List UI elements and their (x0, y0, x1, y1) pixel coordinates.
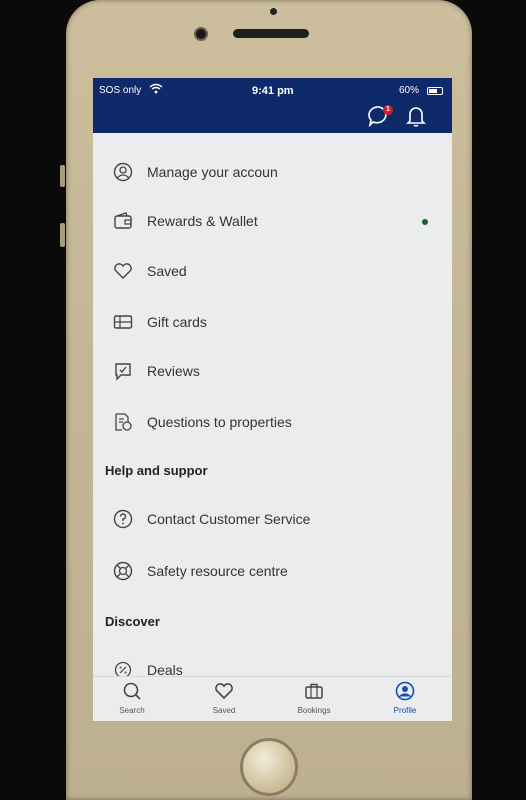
battery-icon (427, 87, 443, 95)
menu-item-label: Contact Customer Service (147, 511, 311, 527)
tab-search[interactable]: Search (104, 679, 160, 721)
menu-item-gift-cards[interactable]: Gift cards (93, 303, 452, 341)
messages-button[interactable]: 1 (366, 103, 393, 129)
menu-item-questions[interactable]: Questions to properties (93, 403, 452, 441)
section-heading-discover: Discover (105, 614, 160, 629)
menu-item-label: Manage your accoun (147, 164, 278, 180)
wifi-icon (149, 83, 163, 94)
menu-item-contact-service[interactable]: Contact Customer Service (93, 500, 452, 538)
notifications-button[interactable] (403, 103, 429, 129)
tab-label: Search (119, 706, 145, 715)
menu-item-label: Questions to properties (147, 414, 292, 430)
heart-icon (212, 679, 236, 703)
mute-switch[interactable] (60, 165, 65, 187)
menu-item-manage-account[interactable]: Manage your accoun (93, 153, 452, 191)
profile-icon (393, 679, 417, 703)
reviews-icon (111, 359, 135, 383)
wallet-icon (111, 209, 135, 233)
new-indicator-dot (422, 219, 428, 225)
tab-bookings[interactable]: Bookings (286, 679, 342, 721)
menu-item-label: Rewards & Wallet (147, 213, 258, 229)
bell-icon (406, 105, 426, 127)
menu-item-label: Saved (147, 263, 187, 279)
home-button[interactable] (240, 738, 298, 796)
menu-item-rewards-wallet[interactable]: Rewards & Wallet (93, 202, 452, 240)
menu-item-label: Reviews (147, 363, 200, 379)
top-bar: SOS only 9:41 pm 60% 1 (93, 78, 452, 133)
proximity-sensor (270, 8, 277, 15)
tab-profile[interactable]: Profile (377, 679, 433, 721)
life-buoy-icon (111, 559, 135, 583)
heart-icon (111, 259, 135, 283)
front-camera (194, 27, 208, 41)
question-circle-icon (111, 507, 135, 531)
menu-item-reviews[interactable]: Reviews (93, 352, 452, 390)
menu-item-safety-centre[interactable]: Safety resource centre (93, 552, 452, 590)
volume-up-button[interactable] (60, 223, 65, 247)
briefcase-icon (302, 679, 326, 703)
tab-label: Profile (393, 706, 417, 715)
question-document-icon (111, 410, 135, 434)
status-bar: SOS only 9:41 pm 60% (93, 82, 452, 100)
tab-label: Saved (212, 706, 236, 715)
section-heading-help: Help and suppor (105, 463, 208, 478)
menu-item-label: Safety resource centre (147, 563, 288, 579)
battery-percent: 60% (399, 85, 420, 96)
search-icon (120, 679, 144, 703)
gift-card-icon (111, 310, 135, 334)
bottom-tab-bar: Search Saved Bookings Profile (93, 676, 452, 721)
person-circle-icon (111, 160, 135, 184)
tab-label: Bookings (297, 706, 331, 715)
notification-badge: 1 (383, 105, 393, 115)
carrier-text: SOS only (99, 85, 142, 96)
earpiece-speaker (233, 29, 309, 38)
tab-saved[interactable]: Saved (196, 679, 252, 721)
clock: 9:41 pm (252, 85, 294, 97)
menu-item-label: Gift cards (147, 314, 207, 330)
menu-item-saved[interactable]: Saved (93, 252, 452, 290)
app-screen: SOS only 9:41 pm 60% 1 Manage your accou… (93, 78, 452, 721)
